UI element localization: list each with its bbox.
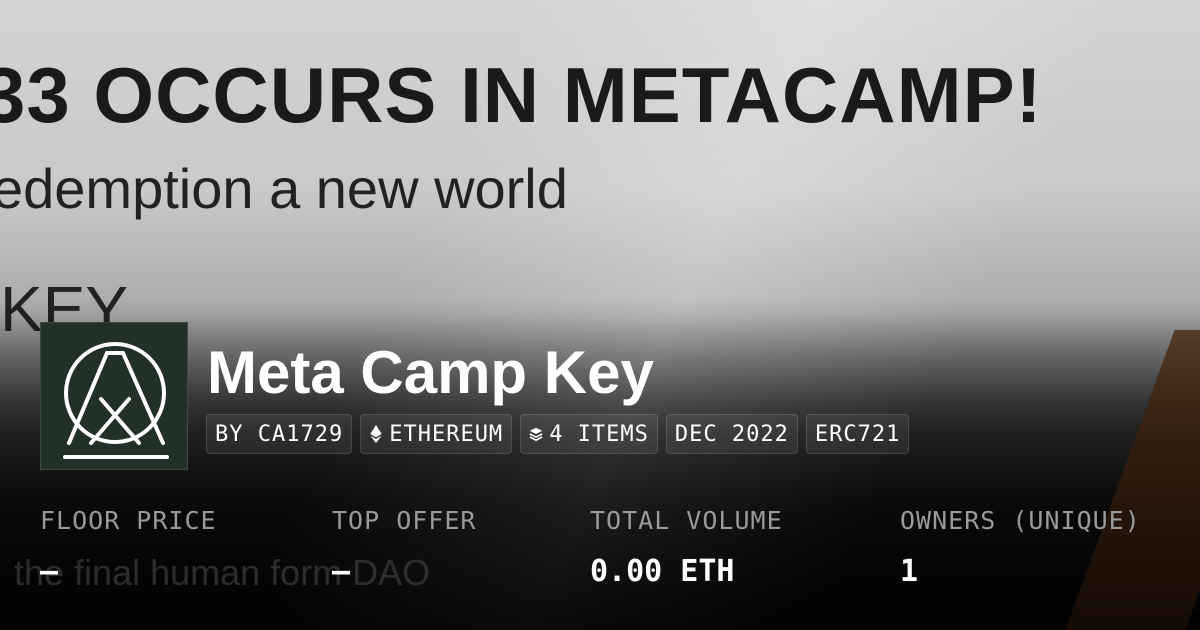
top-offer-value: — [332, 554, 351, 589]
total-volume-value: 0.00 ETH [590, 554, 735, 589]
banner-text-line: the final human form DAO [14, 552, 431, 593]
chain-badge: ETHEREUM [360, 414, 513, 454]
collection-logo [40, 322, 188, 470]
badge-label: 4 ITEMS [549, 421, 649, 447]
badge-label: ETHEREUM [389, 421, 504, 447]
banner-text-line: 33 OCCURS IN METACAMP! [0, 51, 1043, 139]
top-offer-label: TOP OFFER [332, 506, 477, 535]
tent-in-circle-logo-icon [63, 342, 169, 459]
owners-value: 1 [900, 554, 919, 589]
badge-label: DEC 2022 [674, 421, 789, 447]
banner-text-line: edemption a new world [0, 157, 568, 220]
collection-info-badges: BY CA1729 ETHEREUM 4 ITEMS DEC 2022 ERC7… [206, 414, 910, 454]
creator-badge[interactable]: BY CA1729 [206, 414, 353, 454]
token-standard-badge: ERC721 [805, 414, 910, 454]
badge-label: ERC721 [814, 421, 901, 447]
floor-price-label: FLOOR PRICE [40, 506, 217, 535]
layers-icon [529, 427, 543, 442]
ethereum-icon [370, 425, 382, 443]
banner-image: 33 OCCURS IN METACAMP! edemption a new w… [0, 0, 1200, 630]
floor-price-value: — [40, 554, 59, 589]
created-date-badge: DEC 2022 [665, 414, 798, 454]
total-volume-label: TOTAL VOLUME [590, 506, 783, 535]
badge-label: BY CA1729 [215, 421, 344, 447]
items-badge: 4 ITEMS [520, 414, 658, 454]
owners-label: OWNERS (UNIQUE) [900, 506, 1141, 535]
collection-title: Meta Camp Key [207, 339, 654, 406]
